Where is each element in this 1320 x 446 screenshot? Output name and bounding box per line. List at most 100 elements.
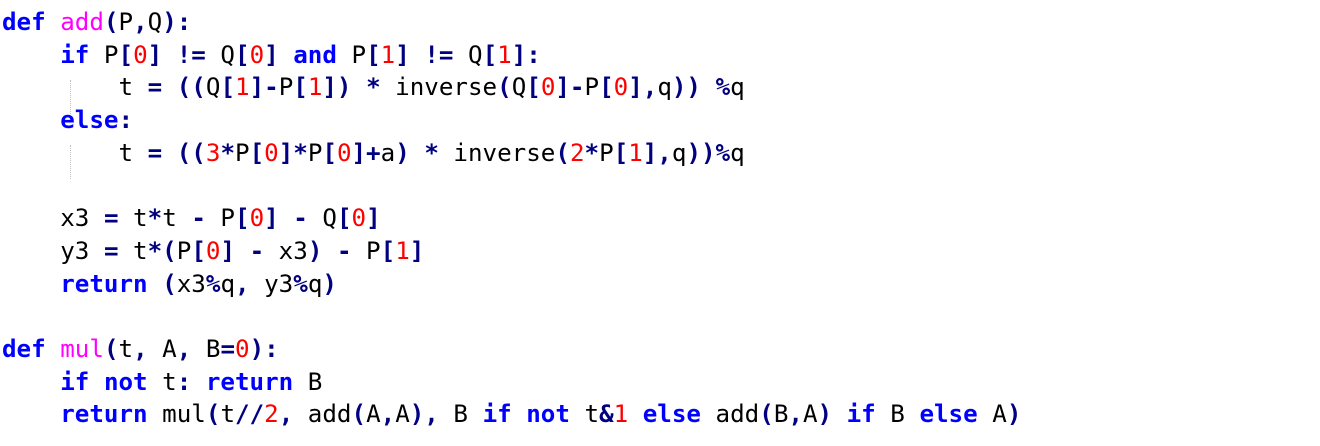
text-token: add bbox=[701, 400, 760, 429]
operator-token: ) bbox=[395, 138, 410, 167]
text-token: B bbox=[293, 367, 323, 396]
code-line: def mul(t, A, B=0): bbox=[2, 333, 1021, 366]
operator-token: % bbox=[205, 269, 221, 298]
operator-token: = bbox=[147, 138, 163, 167]
operator-token: ]- bbox=[555, 73, 585, 102]
number-token: 3 bbox=[205, 138, 221, 167]
operator-token: * bbox=[147, 204, 163, 233]
operator-token: ) bbox=[322, 269, 337, 298]
operator-token: * bbox=[366, 73, 381, 102]
keyword-token: if bbox=[482, 400, 512, 429]
operator-token: ] bbox=[147, 40, 163, 69]
operator-token: [ bbox=[322, 138, 337, 167]
operator-token: != bbox=[424, 40, 454, 69]
keyword-token: return bbox=[205, 367, 294, 396]
text-token: t bbox=[118, 334, 134, 363]
code-line: t = ((Q[1]-P[1]) * inverse(Q[0]-P[0],q))… bbox=[2, 71, 1021, 104]
text-token: y3 bbox=[2, 236, 104, 265]
text-token: B bbox=[773, 400, 789, 429]
operator-token: = bbox=[103, 204, 119, 233]
text-token: Q bbox=[307, 204, 337, 233]
keyword-token: def bbox=[2, 334, 46, 363]
text-token: P bbox=[176, 236, 192, 265]
text-token: A bbox=[977, 400, 1007, 429]
operator-token: , bbox=[176, 334, 192, 363]
text-token: y3 bbox=[249, 269, 294, 298]
keyword-token: else bbox=[60, 106, 119, 135]
operator-token: , bbox=[788, 400, 803, 429]
function-name-token: add bbox=[60, 8, 104, 36]
text-token: Q bbox=[511, 73, 527, 102]
operator-token: ) bbox=[1006, 400, 1022, 429]
operator-token: [ bbox=[599, 73, 614, 102]
text-token: x3 bbox=[2, 204, 104, 233]
text-token: mul bbox=[147, 400, 206, 429]
code-editor[interactable]: def add(P,Q): if P[0] != Q[0] and P[1] !… bbox=[0, 0, 1320, 446]
operator-token: ] bbox=[395, 40, 410, 69]
code-line: return mul(t//2, add(A,A), B if not t&1 … bbox=[2, 398, 1021, 431]
operator-token: ) bbox=[307, 236, 323, 265]
operator-token: != bbox=[176, 40, 206, 69]
operator-token: [ bbox=[336, 204, 352, 233]
number-token: 2 bbox=[569, 138, 585, 167]
operator-token: (( bbox=[176, 138, 206, 167]
text-token: t bbox=[569, 400, 600, 429]
operator-token: - bbox=[293, 204, 308, 233]
operator-token: ] bbox=[366, 204, 381, 233]
number-token: 1 bbox=[613, 400, 629, 429]
text-token: A bbox=[147, 334, 177, 363]
operator-token: = bbox=[220, 334, 235, 363]
keyword-token: and bbox=[293, 40, 337, 69]
operator-token: ): bbox=[162, 8, 192, 36]
number-token: 0 bbox=[540, 73, 556, 102]
text-token: P bbox=[278, 73, 294, 102]
text-token: a bbox=[380, 138, 396, 167]
code-line: return (x3%q, y3%q) bbox=[2, 268, 1021, 301]
operator-token: ]: bbox=[511, 40, 541, 69]
operator-token: * bbox=[584, 138, 600, 167]
text-token: B bbox=[438, 400, 483, 429]
operator-token: ( bbox=[555, 138, 570, 167]
operator-token: (( bbox=[176, 73, 206, 102]
operator-token: [ bbox=[220, 73, 235, 102]
text-token: t bbox=[2, 138, 148, 167]
text-token: t bbox=[118, 236, 148, 265]
number-token: 1 bbox=[235, 73, 250, 102]
text-token: t bbox=[2, 73, 148, 102]
number-token: 1 bbox=[497, 40, 512, 69]
operator-token: * bbox=[424, 138, 439, 167]
operator-token: & bbox=[599, 400, 614, 429]
keyword-token: not bbox=[526, 400, 570, 429]
text-token: t bbox=[147, 367, 177, 396]
text-token: P bbox=[351, 236, 381, 265]
code-block[interactable]: def add(P,Q): if P[0] != Q[0] and P[1] !… bbox=[2, 6, 1021, 431]
text-token: B bbox=[875, 400, 920, 429]
operator-token: - bbox=[336, 236, 352, 265]
text-token: Q bbox=[205, 40, 235, 69]
function-name-token: mul bbox=[60, 334, 104, 363]
operator-token: ( bbox=[759, 400, 774, 429]
operator-token: ( bbox=[103, 8, 119, 36]
text-token: t bbox=[118, 204, 148, 233]
code-line: else: bbox=[2, 104, 1021, 137]
number-token: 0 bbox=[264, 138, 279, 167]
code-line: def add(P,Q): bbox=[2, 6, 1021, 39]
keyword-token: else bbox=[919, 400, 978, 429]
operator-token: , bbox=[133, 334, 148, 363]
text-token: Q bbox=[147, 8, 163, 36]
operator-token: , bbox=[133, 8, 148, 36]
operator-token: *( bbox=[147, 236, 177, 265]
code-line: x3 = t*t - P[0] - Q[0] bbox=[2, 202, 1021, 235]
operator-token: [ bbox=[235, 40, 250, 69]
operator-token: ( bbox=[497, 73, 512, 102]
